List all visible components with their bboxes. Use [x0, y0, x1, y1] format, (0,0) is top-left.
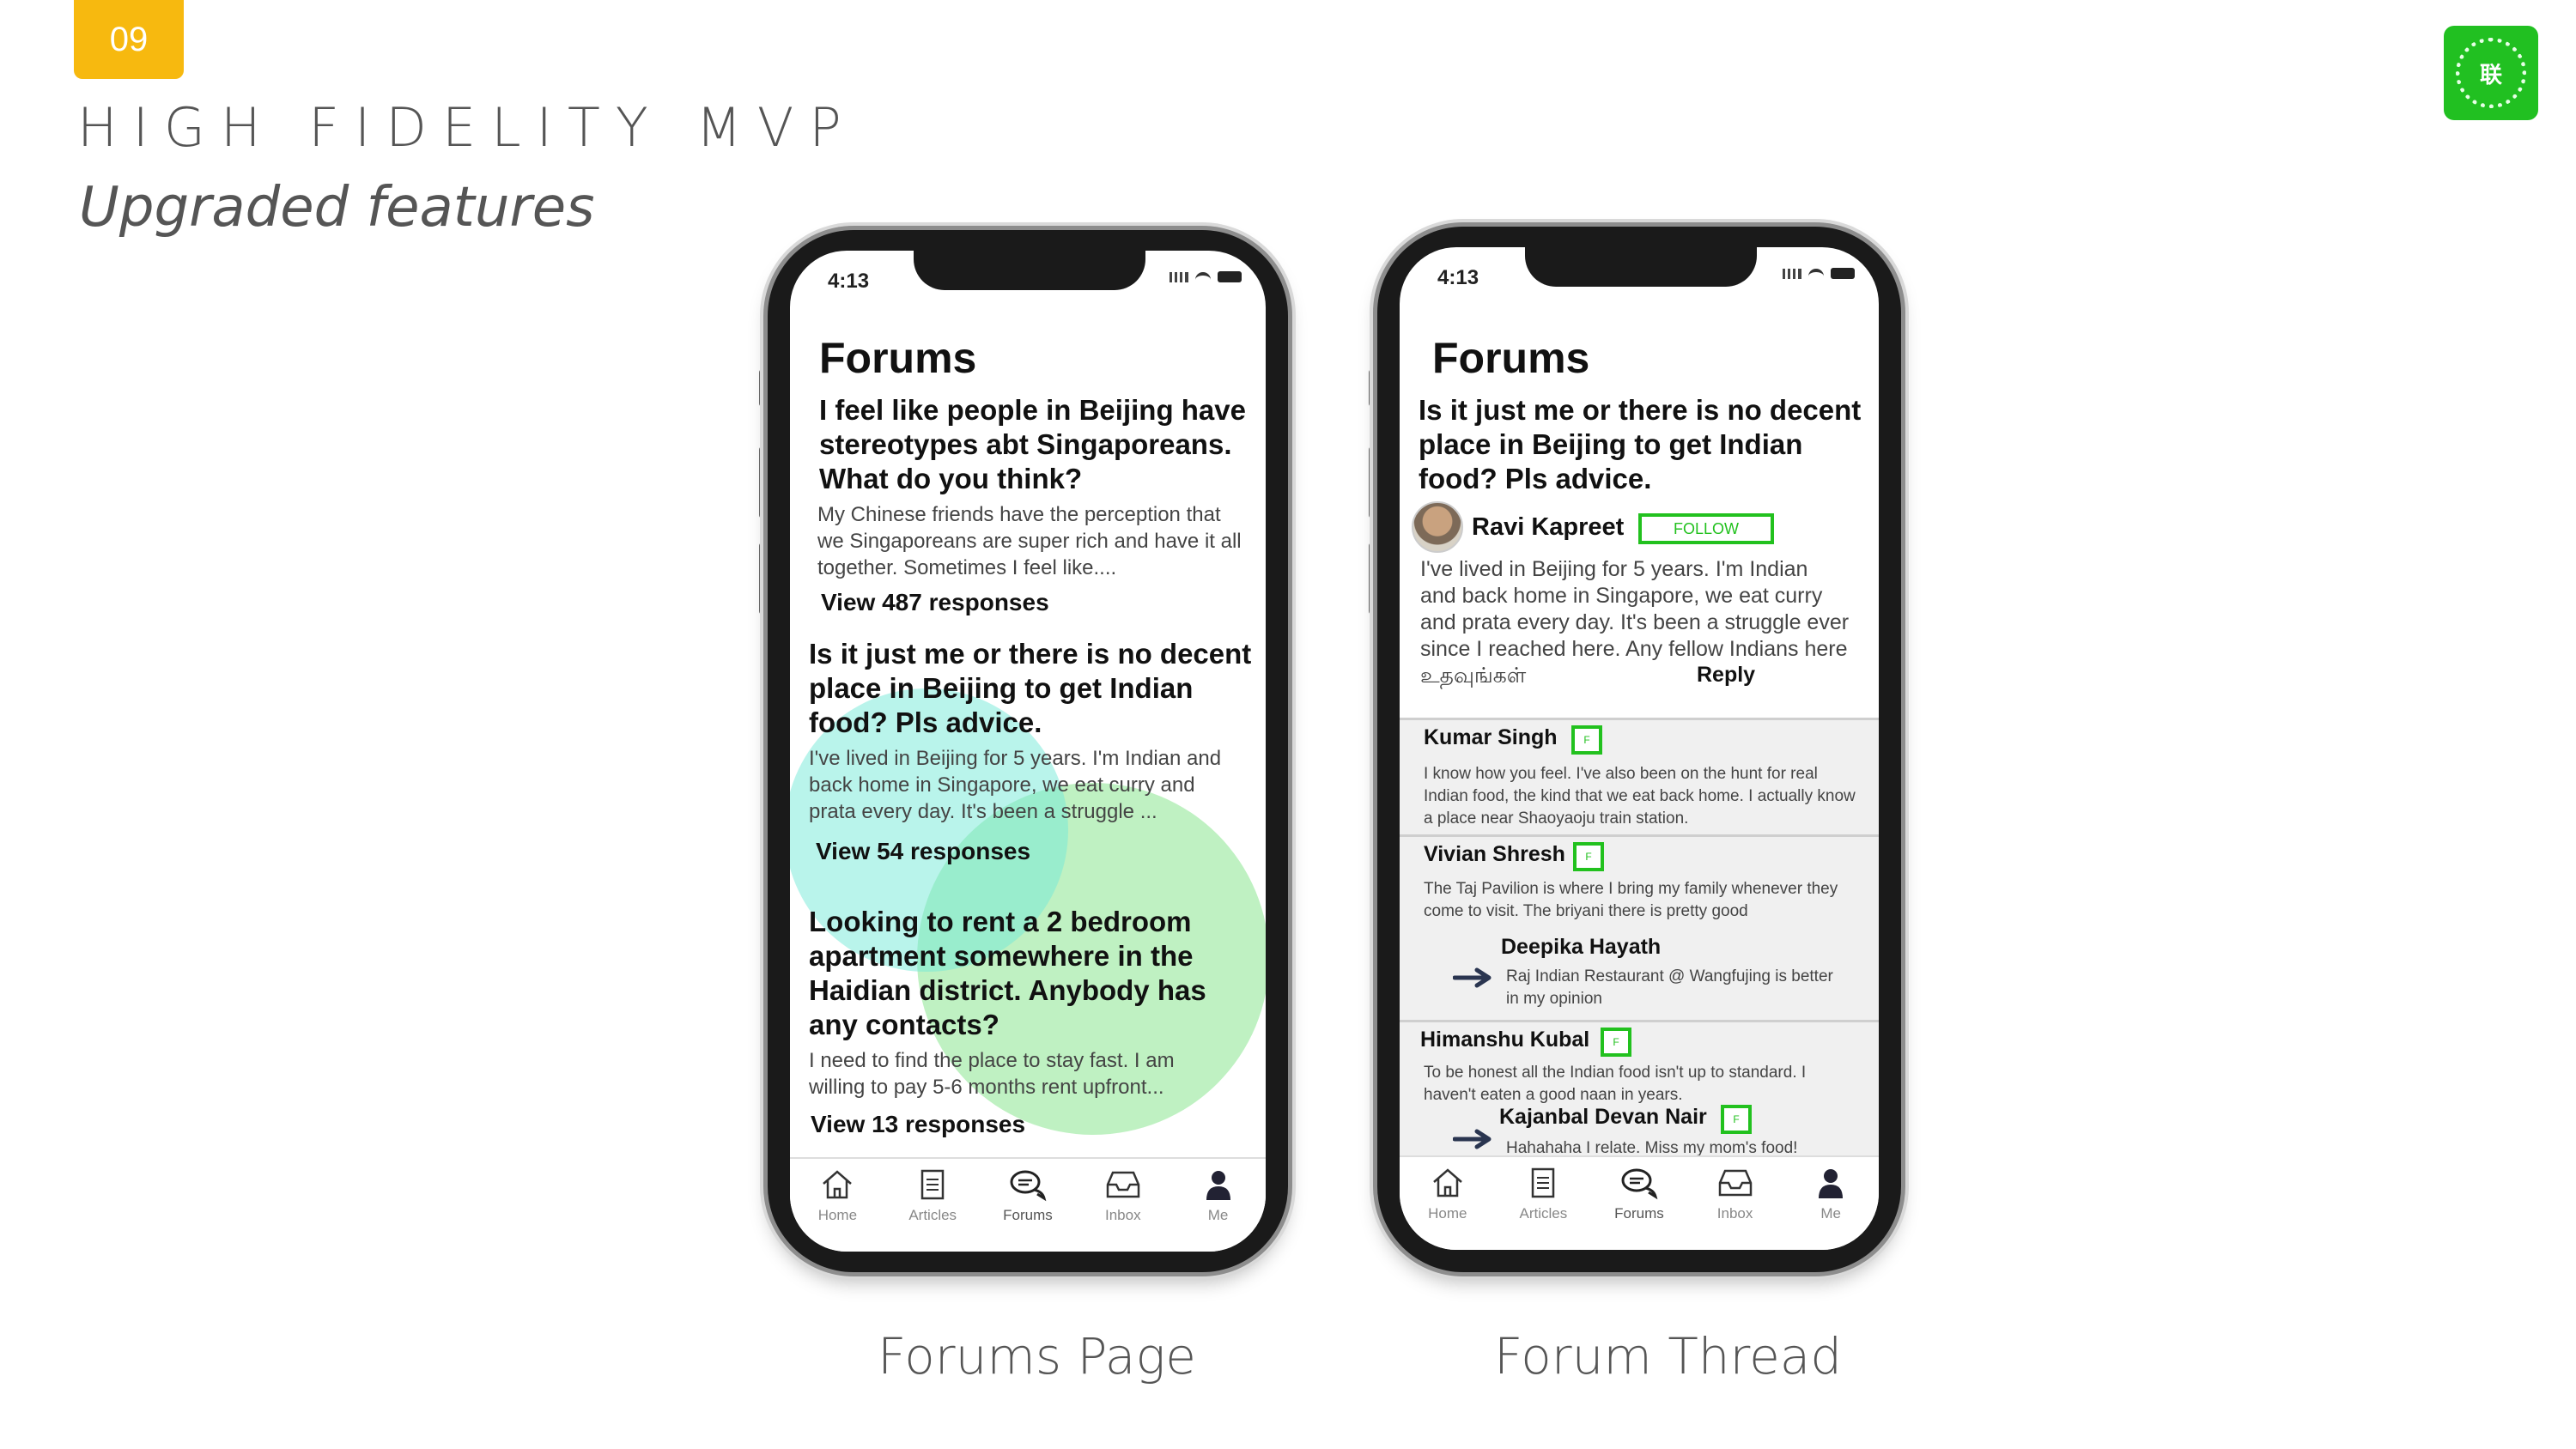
commenter-name[interactable]: Kumar Singh: [1424, 725, 1558, 750]
forums-icon: [1008, 1166, 1048, 1203]
view-responses-link[interactable]: View 54 responses: [816, 838, 1030, 865]
caption-forums-page: Forums Page: [878, 1327, 1196, 1385]
follow-button[interactable]: FOLLOW: [1638, 513, 1774, 544]
tab-home[interactable]: Home: [799, 1166, 876, 1224]
author-name[interactable]: Ravi Kapreet: [1472, 513, 1624, 542]
tab-articles[interactable]: Articles: [894, 1166, 971, 1224]
inbox-icon: [1103, 1166, 1143, 1203]
commenter-name[interactable]: Vivian Shresh: [1424, 842, 1565, 867]
home-icon: [817, 1166, 857, 1203]
profile-icon: [1199, 1166, 1238, 1203]
articles-icon: [1523, 1164, 1563, 1202]
phone-side-button: [1369, 369, 1377, 407]
wifi-icon: [1195, 271, 1211, 282]
reply-text: Raj Indian Restaurant @ Wangfujing is be…: [1506, 967, 1833, 1008]
comment-item: Vivian Shresh F The Taj Pavilion is wher…: [1400, 834, 1879, 1022]
phone-side-button: [759, 369, 768, 407]
commenter-name[interactable]: Himanshu Kubal: [1420, 1028, 1589, 1052]
wifi-icon: [1808, 268, 1824, 279]
tab-inbox[interactable]: Inbox: [1084, 1166, 1162, 1224]
mini-follow-button[interactable]: F: [1573, 842, 1604, 871]
post-title[interactable]: Is it just me or there is no decent plac…: [809, 637, 1264, 740]
app-logo: 联: [2444, 26, 2538, 120]
tab-label: Me: [1207, 1207, 1229, 1223]
phone-volume-button: [759, 543, 768, 615]
comment-text: The Taj Pavilion is where I bring my fam…: [1424, 880, 1838, 920]
forums-icon: [1619, 1164, 1659, 1202]
comment-text: I know how you feel. I've also been on t…: [1424, 765, 1856, 828]
post-excerpt: My Chinese friends have the perception t…: [817, 503, 1242, 579]
status-time: 4:13: [828, 270, 870, 293]
inbox-icon: [1716, 1164, 1755, 1202]
profile-icon: [1811, 1164, 1850, 1202]
battery-icon: [1831, 268, 1855, 279]
mini-follow-button[interactable]: F: [1601, 1028, 1631, 1057]
bottom-tab-bar: Home Articles Forums Inbox Me: [790, 1157, 1266, 1252]
reply-button[interactable]: Reply: [1697, 663, 1755, 688]
phone-notch: [914, 251, 1145, 290]
thread-question: Is it just me or there is no decent plac…: [1419, 394, 1862, 494]
mini-follow-button[interactable]: F: [1571, 725, 1602, 755]
signal-icon: [1783, 268, 1801, 279]
status-time: 4:13: [1437, 266, 1479, 289]
reply-author-name[interactable]: Kajanbal Devan Nair: [1499, 1105, 1707, 1130]
tab-articles[interactable]: Articles: [1504, 1164, 1582, 1222]
signal-icon: [1170, 271, 1188, 282]
phone-notch: [1525, 247, 1757, 287]
phone-frame-thread: 4:13 Forums Is it just me or there is no…: [1377, 227, 1901, 1272]
comment-text: To be honest all the Indian food isn't u…: [1424, 1064, 1807, 1104]
forums-screen: 4:13 Forums I feel like people in Beijin…: [790, 251, 1266, 1252]
author-avatar[interactable]: [1412, 501, 1463, 553]
home-icon: [1428, 1164, 1467, 1202]
post-excerpt: I need to find the place to stay fast. I…: [809, 1049, 1175, 1099]
reply-arrow-icon: [1453, 967, 1492, 988]
status-icons: [1783, 268, 1855, 279]
phone-volume-button: [759, 446, 768, 518]
thread-body: I've lived in Beijing for 5 years. I'm I…: [1420, 557, 1850, 688]
tab-label: Home: [1428, 1205, 1467, 1222]
tab-forums[interactable]: Forums: [1601, 1164, 1678, 1222]
phone-volume-button: [1369, 446, 1377, 518]
slide-subtitle: Upgraded features: [79, 176, 595, 239]
bottom-tab-bar: Home Articles Forums Inbox Me: [1400, 1155, 1879, 1250]
phone-volume-button: [1369, 543, 1377, 615]
tab-inbox[interactable]: Inbox: [1697, 1164, 1774, 1222]
phone-frame-forums: 4:13 Forums I feel like people in Beijin…: [768, 230, 1288, 1272]
reply-author-name[interactable]: Deepika Hayath: [1501, 935, 1661, 960]
view-responses-link[interactable]: View 13 responses: [811, 1111, 1025, 1138]
comment-item: Kumar Singh F I know how you feel. I've …: [1400, 718, 1879, 837]
tab-forums[interactable]: Forums: [989, 1166, 1066, 1224]
tab-me[interactable]: Me: [1792, 1164, 1869, 1222]
page-title: Forums: [1432, 334, 1590, 382]
tab-me[interactable]: Me: [1180, 1166, 1257, 1224]
view-responses-link[interactable]: View 487 responses: [821, 589, 1049, 616]
logo-glyph: 联: [2479, 61, 2502, 88]
tab-label: Forums: [1003, 1207, 1053, 1223]
post-title[interactable]: Looking to rent a 2 bedroom apartment so…: [809, 905, 1238, 1042]
post-excerpt: I've lived in Beijing for 5 years. I'm I…: [809, 747, 1222, 823]
logo-emblem: 联: [2456, 38, 2526, 108]
tab-label: Inbox: [1716, 1205, 1753, 1222]
slide-number-badge: 09: [74, 0, 184, 79]
tab-label: Forums: [1614, 1205, 1664, 1222]
tab-home[interactable]: Home: [1409, 1164, 1486, 1222]
tab-label: Inbox: [1104, 1207, 1141, 1223]
tab-label: Articles: [908, 1207, 957, 1223]
slide-number: 09: [109, 20, 149, 58]
battery-icon: [1218, 271, 1242, 282]
tab-label: Home: [817, 1207, 858, 1223]
articles-icon: [913, 1166, 952, 1203]
status-icons: [1170, 271, 1242, 282]
page-title: Forums: [819, 334, 977, 382]
mini-follow-button[interactable]: F: [1721, 1105, 1752, 1134]
thread-screen: 4:13 Forums Is it just me or there is no…: [1400, 247, 1879, 1250]
reply-arrow-icon: [1453, 1129, 1492, 1149]
post-title[interactable]: I feel like people in Beijing have stere…: [819, 393, 1257, 496]
caption-forum-thread: Forum Thread: [1494, 1327, 1843, 1385]
tab-label: Articles: [1519, 1205, 1568, 1222]
tab-label: Me: [1820, 1205, 1841, 1222]
comment-item: Himanshu Kubal F To be honest all the In…: [1400, 1020, 1879, 1168]
slide-title: HIGH FIDELITY MVP: [77, 96, 857, 159]
